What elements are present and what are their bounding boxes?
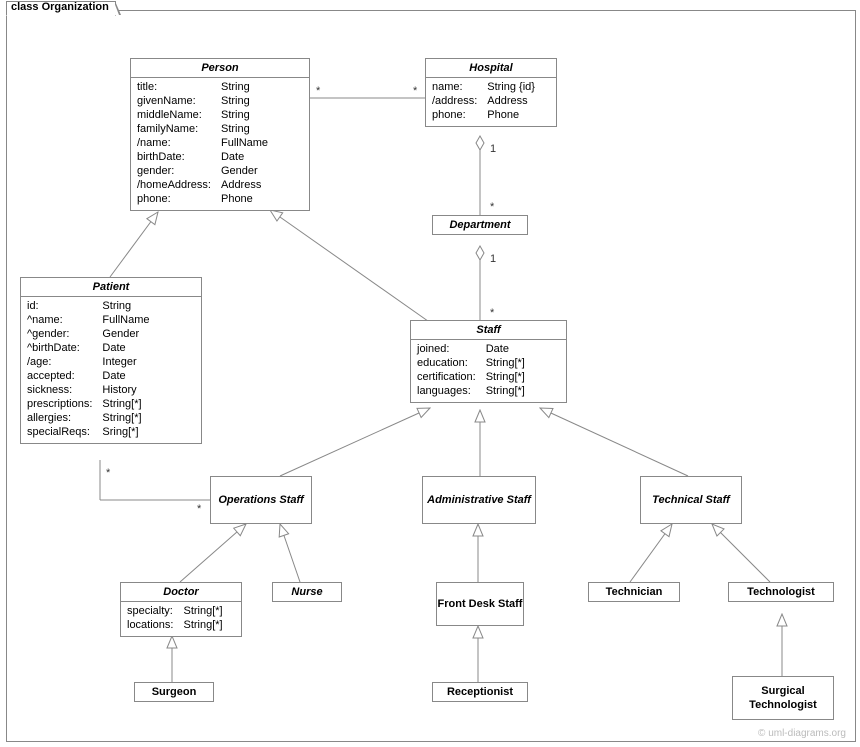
class-title: Technologist bbox=[729, 583, 833, 601]
class-title: Department bbox=[433, 216, 527, 234]
attr-name: /homeAddress: bbox=[137, 178, 211, 192]
class-title: Surgeon bbox=[135, 683, 213, 701]
attr-type: String {id} bbox=[487, 80, 550, 94]
class-person: Person title:givenName:middleName:family… bbox=[130, 58, 310, 211]
class-department: Department bbox=[432, 215, 528, 235]
attrs: title:givenName:middleName:familyName:/n… bbox=[131, 78, 309, 210]
class-tech-staff: Technical Staff bbox=[640, 476, 742, 524]
class-hospital: Hospital name:/address:phone: String {id}… bbox=[425, 58, 557, 127]
attr-type: String[*] bbox=[486, 370, 560, 384]
attr-name: certification: bbox=[417, 370, 476, 384]
attr-type: Date bbox=[221, 150, 303, 164]
class-title: Receptionist bbox=[433, 683, 527, 701]
frame-label: class Organization bbox=[6, 1, 116, 16]
attr-type: Phone bbox=[487, 108, 550, 122]
attr-type: FullName bbox=[221, 136, 303, 150]
class-title: Person bbox=[131, 59, 309, 78]
attr-name: birthDate: bbox=[137, 150, 211, 164]
class-admin-staff: Administrative Staff bbox=[422, 476, 536, 524]
class-ops-staff: Operations Staff bbox=[210, 476, 312, 524]
attr-type: Date bbox=[102, 369, 195, 383]
watermark: © uml-diagrams.org bbox=[758, 728, 846, 739]
attr-name: /age: bbox=[27, 355, 92, 369]
class-title: Patient bbox=[21, 278, 201, 297]
attr-type: String bbox=[102, 299, 195, 313]
attr-type: Date bbox=[486, 342, 560, 356]
attr-type: FullName bbox=[102, 313, 195, 327]
attr-type: String bbox=[221, 108, 303, 122]
attr-name: ^gender: bbox=[27, 327, 92, 341]
attr-name: familyName: bbox=[137, 122, 211, 136]
attr-type: String[*] bbox=[486, 356, 560, 370]
class-title: Operations Staff bbox=[218, 493, 303, 507]
class-surgeon: Surgeon bbox=[134, 682, 214, 702]
attr-type: String[*] bbox=[183, 618, 235, 632]
attrs: name:/address:phone: String {id}AddressPh… bbox=[426, 78, 556, 126]
attr-type: Address bbox=[487, 94, 550, 108]
attr-type: Phone bbox=[221, 192, 303, 206]
attr-name: givenName: bbox=[137, 94, 211, 108]
attr-name: middleName: bbox=[137, 108, 211, 122]
attr-name: ^name: bbox=[27, 313, 92, 327]
attr-name: languages: bbox=[417, 384, 476, 398]
class-nurse: Nurse bbox=[272, 582, 342, 602]
attrs: specialty:locations: String[*]String[*] bbox=[121, 602, 241, 636]
class-title: Administrative Staff bbox=[427, 493, 531, 507]
attr-name: locations: bbox=[127, 618, 173, 632]
class-title: Staff bbox=[411, 321, 566, 340]
class-title: Front Desk Staff bbox=[438, 597, 523, 611]
attr-type: History bbox=[102, 383, 195, 397]
attrs: id:^name:^gender:^birthDate:/age:accepte… bbox=[21, 297, 201, 443]
attr-type: String bbox=[221, 122, 303, 136]
class-technician: Technician bbox=[588, 582, 680, 602]
class-title: Technical Staff bbox=[652, 493, 730, 507]
class-technologist: Technologist bbox=[728, 582, 834, 602]
attrs: joined:education:certification:languages… bbox=[411, 340, 566, 402]
attr-name: /address: bbox=[432, 94, 477, 108]
class-doctor: Doctor specialty:locations: String[*]Stri… bbox=[120, 582, 242, 637]
class-front-desk: Front Desk Staff bbox=[436, 582, 524, 626]
attr-name: phone: bbox=[432, 108, 477, 122]
attr-name: title: bbox=[137, 80, 211, 94]
attr-type: Sring[*] bbox=[102, 425, 195, 439]
attr-name: specialty: bbox=[127, 604, 173, 618]
class-receptionist: Receptionist bbox=[432, 682, 528, 702]
attr-type: String[*] bbox=[183, 604, 235, 618]
class-title: Doctor bbox=[121, 583, 241, 602]
attr-name: allergies: bbox=[27, 411, 92, 425]
class-title: Technician bbox=[589, 583, 679, 601]
attr-name: education: bbox=[417, 356, 476, 370]
class-surgical-tech: Surgical Technologist bbox=[732, 676, 834, 720]
attr-type: Integer bbox=[102, 355, 195, 369]
class-patient: Patient id:^name:^gender:^birthDate:/age… bbox=[20, 277, 202, 444]
attr-name: sickness: bbox=[27, 383, 92, 397]
attr-name: prescriptions: bbox=[27, 397, 92, 411]
attr-type: String[*] bbox=[486, 384, 560, 398]
class-title: Hospital bbox=[426, 59, 556, 78]
attr-name: phone: bbox=[137, 192, 211, 206]
attr-type: Gender bbox=[102, 327, 195, 341]
attr-name: specialReqs: bbox=[27, 425, 92, 439]
attr-type: String bbox=[221, 80, 303, 94]
attr-type: String[*] bbox=[102, 397, 195, 411]
attr-type: Gender bbox=[221, 164, 303, 178]
attr-name: name: bbox=[432, 80, 477, 94]
attr-type: String[*] bbox=[102, 411, 195, 425]
attr-name: accepted: bbox=[27, 369, 92, 383]
class-staff: Staff joined:education:certification:lan… bbox=[410, 320, 567, 403]
attr-name: gender: bbox=[137, 164, 211, 178]
class-title: Nurse bbox=[273, 583, 341, 601]
attr-type: String bbox=[221, 94, 303, 108]
class-title: Surgical Technologist bbox=[733, 684, 833, 712]
attr-name: joined: bbox=[417, 342, 476, 356]
attr-name: /name: bbox=[137, 136, 211, 150]
attr-name: id: bbox=[27, 299, 92, 313]
attr-type: Address bbox=[221, 178, 303, 192]
attr-name: ^birthDate: bbox=[27, 341, 92, 355]
attr-type: Date bbox=[102, 341, 195, 355]
